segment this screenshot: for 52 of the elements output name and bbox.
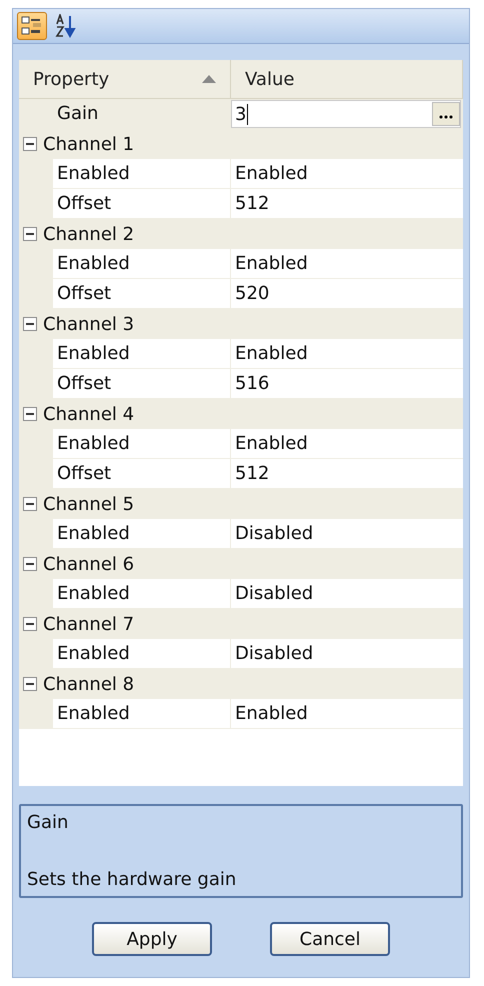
sort-alphabetical-icon [55, 14, 77, 38]
collapse-icon[interactable] [23, 677, 37, 691]
collapse-icon[interactable] [23, 497, 37, 511]
property-value: 520 [231, 279, 463, 309]
property-name: Enabled [53, 579, 231, 609]
property-value: Disabled [231, 519, 463, 549]
value-input-field[interactable]: 3 [231, 100, 461, 128]
property-value: Enabled [231, 249, 463, 279]
property-name: Enabled [53, 159, 231, 189]
collapse-icon[interactable] [23, 137, 37, 151]
dialog-button[interactable]: Apply [92, 922, 212, 956]
category-label: Channel 3 [43, 314, 134, 334]
categorized-icon [21, 15, 43, 37]
property-value: Enabled [231, 429, 463, 459]
property-name: Enabled [53, 519, 231, 549]
property-name: Offset [53, 369, 231, 399]
collapse-icon[interactable] [23, 317, 37, 331]
property-name: Offset [53, 189, 231, 219]
category-label: Channel 2 [43, 224, 134, 244]
property-value: Disabled [231, 579, 463, 609]
category-label: Channel 8 [43, 674, 134, 694]
collapse-icon[interactable] [23, 557, 37, 571]
property-name: Offset [53, 279, 231, 309]
property-value: Enabled [231, 159, 463, 189]
column-header[interactable]: Value [231, 60, 463, 98]
dialog-button[interactable]: Cancel [270, 922, 390, 956]
description-title: Gain [27, 812, 70, 833]
category-label: Channel 7 [43, 614, 134, 634]
ellipsis-button[interactable] [432, 102, 460, 126]
category-label: Channel 4 [43, 404, 134, 424]
ellipsis-icon [439, 115, 453, 119]
property-name: Enabled [53, 639, 231, 669]
property-value: 512 [231, 189, 463, 219]
collapse-icon[interactable] [23, 227, 37, 241]
property-value: Enabled [231, 339, 463, 369]
description-text: Sets the hardware gain [27, 869, 238, 890]
column-header[interactable]: Property [19, 60, 231, 98]
collapse-icon[interactable] [23, 617, 37, 631]
category-label: Channel 6 [43, 554, 134, 574]
property-name: Enabled [53, 699, 231, 729]
category-label: Channel 5 [43, 494, 134, 514]
category-label: Channel 1 [43, 134, 134, 154]
property-value: 516 [231, 369, 463, 399]
property-name: Enabled [53, 429, 231, 459]
collapse-icon[interactable] [23, 407, 37, 421]
property-name: Enabled [53, 249, 231, 279]
categorized-button[interactable] [17, 12, 47, 40]
property-value: Disabled [231, 639, 463, 669]
property-value: 512 [231, 459, 463, 489]
property-name: Enabled [53, 339, 231, 369]
property-name: Offset [53, 459, 231, 489]
property-value: Enabled [231, 699, 463, 729]
